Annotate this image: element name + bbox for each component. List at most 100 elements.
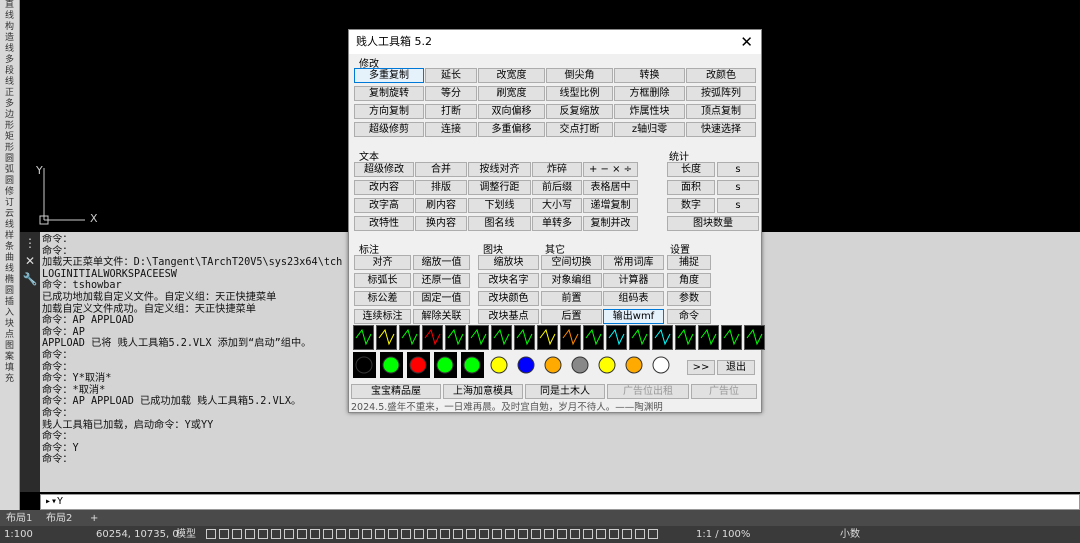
modify-button[interactable]: 改宽度 xyxy=(478,68,545,83)
other-button[interactable]: 对象编组 xyxy=(541,273,602,288)
drawing-tool-icon[interactable] xyxy=(675,325,696,350)
modify-button[interactable]: 顶点复制 xyxy=(686,104,756,119)
modify-button[interactable]: z轴归零 xyxy=(614,122,685,137)
left-strip-char[interactable]: 圆 xyxy=(0,154,19,165)
modify-button[interactable]: 刷宽度 xyxy=(478,86,545,101)
annot-button[interactable]: 缩放一值 xyxy=(413,255,470,270)
stats-button[interactable]: 图块数量 xyxy=(667,216,759,231)
left-strip-char[interactable]: 多 xyxy=(0,55,19,66)
modify-button[interactable]: 多重复制 xyxy=(354,68,424,83)
drawing-tool-icon[interactable] xyxy=(698,325,719,350)
left-strip-char[interactable]: 条 xyxy=(0,242,19,253)
settings-button[interactable]: 角度 xyxy=(667,273,711,288)
text-tool-button[interactable]: 调整行距 xyxy=(468,180,531,195)
text-tool-button[interactable]: 超级修改 xyxy=(354,162,414,177)
wrench-icon[interactable]: 🔧 xyxy=(20,272,40,286)
left-strip-char[interactable]: 圆 xyxy=(0,176,19,187)
bottom-link-button[interactable]: 宝宝精品屋 xyxy=(351,384,441,399)
utility-tool-icon[interactable] xyxy=(623,352,646,378)
block-button[interactable]: 改块颜色 xyxy=(478,291,539,306)
add-layout-button[interactable]: + xyxy=(84,512,104,526)
utility-tool-icon[interactable] xyxy=(488,352,511,378)
drawing-tool-icon[interactable] xyxy=(560,325,581,350)
modify-button[interactable]: 等分 xyxy=(425,86,477,101)
text-tool-button[interactable]: + − × ÷ xyxy=(583,162,638,177)
left-strip-char[interactable]: 插 xyxy=(0,297,19,308)
command-input-text[interactable]: Y xyxy=(57,496,63,507)
utility-tool-icon[interactable] xyxy=(569,352,592,378)
stats-button[interactable]: 长度 xyxy=(667,162,715,177)
text-tool-button[interactable]: 大小写 xyxy=(532,198,582,213)
modify-button[interactable]: 反复缩放 xyxy=(546,104,613,119)
command-input[interactable]: ▸▾Y xyxy=(40,494,1080,510)
command-panel-handle[interactable]: ⋮ ✕ 🔧 xyxy=(20,232,40,492)
modify-button[interactable]: 转换 xyxy=(614,68,685,83)
other-button[interactable]: 空间切换 xyxy=(541,255,602,270)
utility-tool-icon[interactable] xyxy=(380,352,403,378)
close-button[interactable]: ✕ xyxy=(740,30,753,54)
left-strip-char[interactable]: 样 xyxy=(0,231,19,242)
text-tool-button[interactable]: 单转多 xyxy=(532,216,582,231)
utility-tool-icon[interactable] xyxy=(407,352,430,378)
utility-tool-icon[interactable] xyxy=(650,352,673,378)
text-tool-button[interactable]: 递增复制 xyxy=(583,198,638,213)
next-page-button[interactable]: >> xyxy=(687,360,715,375)
drawing-tool-icon[interactable] xyxy=(491,325,512,350)
exit-button[interactable]: 退出 xyxy=(717,360,755,375)
settings-button[interactable]: 捕捉 xyxy=(667,255,711,270)
drawing-tool-icon[interactable] xyxy=(353,325,374,350)
text-tool-button[interactable]: 炸碎 xyxy=(532,162,582,177)
status-icons[interactable] xyxy=(206,526,661,543)
left-strip-char[interactable]: 矩 xyxy=(0,132,19,143)
drawing-tool-icon[interactable] xyxy=(583,325,604,350)
left-strip-char[interactable]: 线 xyxy=(0,264,19,275)
text-tool-button[interactable]: 复制并改 xyxy=(583,216,638,231)
text-tool-button[interactable]: 排版 xyxy=(415,180,467,195)
annot-button[interactable]: 标公差 xyxy=(354,291,411,306)
drawing-tool-icon[interactable] xyxy=(445,325,466,350)
modify-button[interactable]: 按弧阵列 xyxy=(686,86,756,101)
modify-button[interactable]: 交点打断 xyxy=(546,122,613,137)
dialog-titlebar[interactable]: 贱人工具箱 5.2 ✕ xyxy=(349,30,761,54)
block-button[interactable]: 缩放块 xyxy=(478,255,539,270)
utility-tool-icon[interactable] xyxy=(461,352,484,378)
utility-tool-icon[interactable] xyxy=(353,352,376,378)
other-button[interactable]: 输出wmf xyxy=(603,309,664,324)
left-strip-char[interactable]: 入 xyxy=(0,308,19,319)
left-strip-char[interactable]: 形 xyxy=(0,121,19,132)
left-strip-char[interactable]: 线 xyxy=(0,220,19,231)
tab-layout2[interactable]: 布局2 xyxy=(40,512,78,526)
units-readout[interactable]: 小数 xyxy=(840,526,860,543)
annot-button[interactable]: 固定一值 xyxy=(413,291,470,306)
modify-button[interactable]: 改颜色 xyxy=(686,68,756,83)
zoom-readout[interactable]: 1:1 / 100% xyxy=(696,526,750,543)
left-strip-char[interactable]: 修 xyxy=(0,187,19,198)
other-button[interactable]: 常用词库 xyxy=(603,255,664,270)
tab-layout1[interactable]: 布局1 xyxy=(0,512,38,526)
left-strip-char[interactable]: 线 xyxy=(0,77,19,88)
text-tool-button[interactable]: 按线对齐 xyxy=(468,162,531,177)
stats-button[interactable]: 数字 xyxy=(667,198,715,213)
other-button[interactable]: 计算器 xyxy=(603,273,664,288)
left-strip-char[interactable]: 线 xyxy=(0,44,19,55)
utility-tool-icon[interactable] xyxy=(434,352,457,378)
utility-tool-icon[interactable] xyxy=(515,352,538,378)
left-strip-char[interactable]: 弧 xyxy=(0,165,19,176)
bottom-link-button[interactable]: 上海加意模具 xyxy=(443,384,523,399)
modify-button[interactable]: 方向复制 xyxy=(354,104,424,119)
other-button[interactable]: 前置 xyxy=(541,291,602,306)
text-tool-button[interactable]: 换内容 xyxy=(415,216,467,231)
drawing-tool-icon[interactable] xyxy=(376,325,397,350)
left-strip-char[interactable]: 曲 xyxy=(0,253,19,264)
drag-handle-icon[interactable]: ⋮ xyxy=(20,236,40,250)
annot-button[interactable]: 还原一值 xyxy=(413,273,470,288)
left-strip-char[interactable]: 正 xyxy=(0,88,19,99)
modify-button[interactable]: 多重偏移 xyxy=(478,122,545,137)
drawing-tool-icon[interactable] xyxy=(468,325,489,350)
drawing-tool-icon[interactable] xyxy=(514,325,535,350)
text-tool-button[interactable]: 合并 xyxy=(415,162,467,177)
modify-button[interactable]: 连接 xyxy=(425,122,477,137)
drawing-tool-icon[interactable] xyxy=(606,325,627,350)
drawing-tool-icon[interactable] xyxy=(537,325,558,350)
model-button[interactable]: 模型 xyxy=(176,526,196,543)
